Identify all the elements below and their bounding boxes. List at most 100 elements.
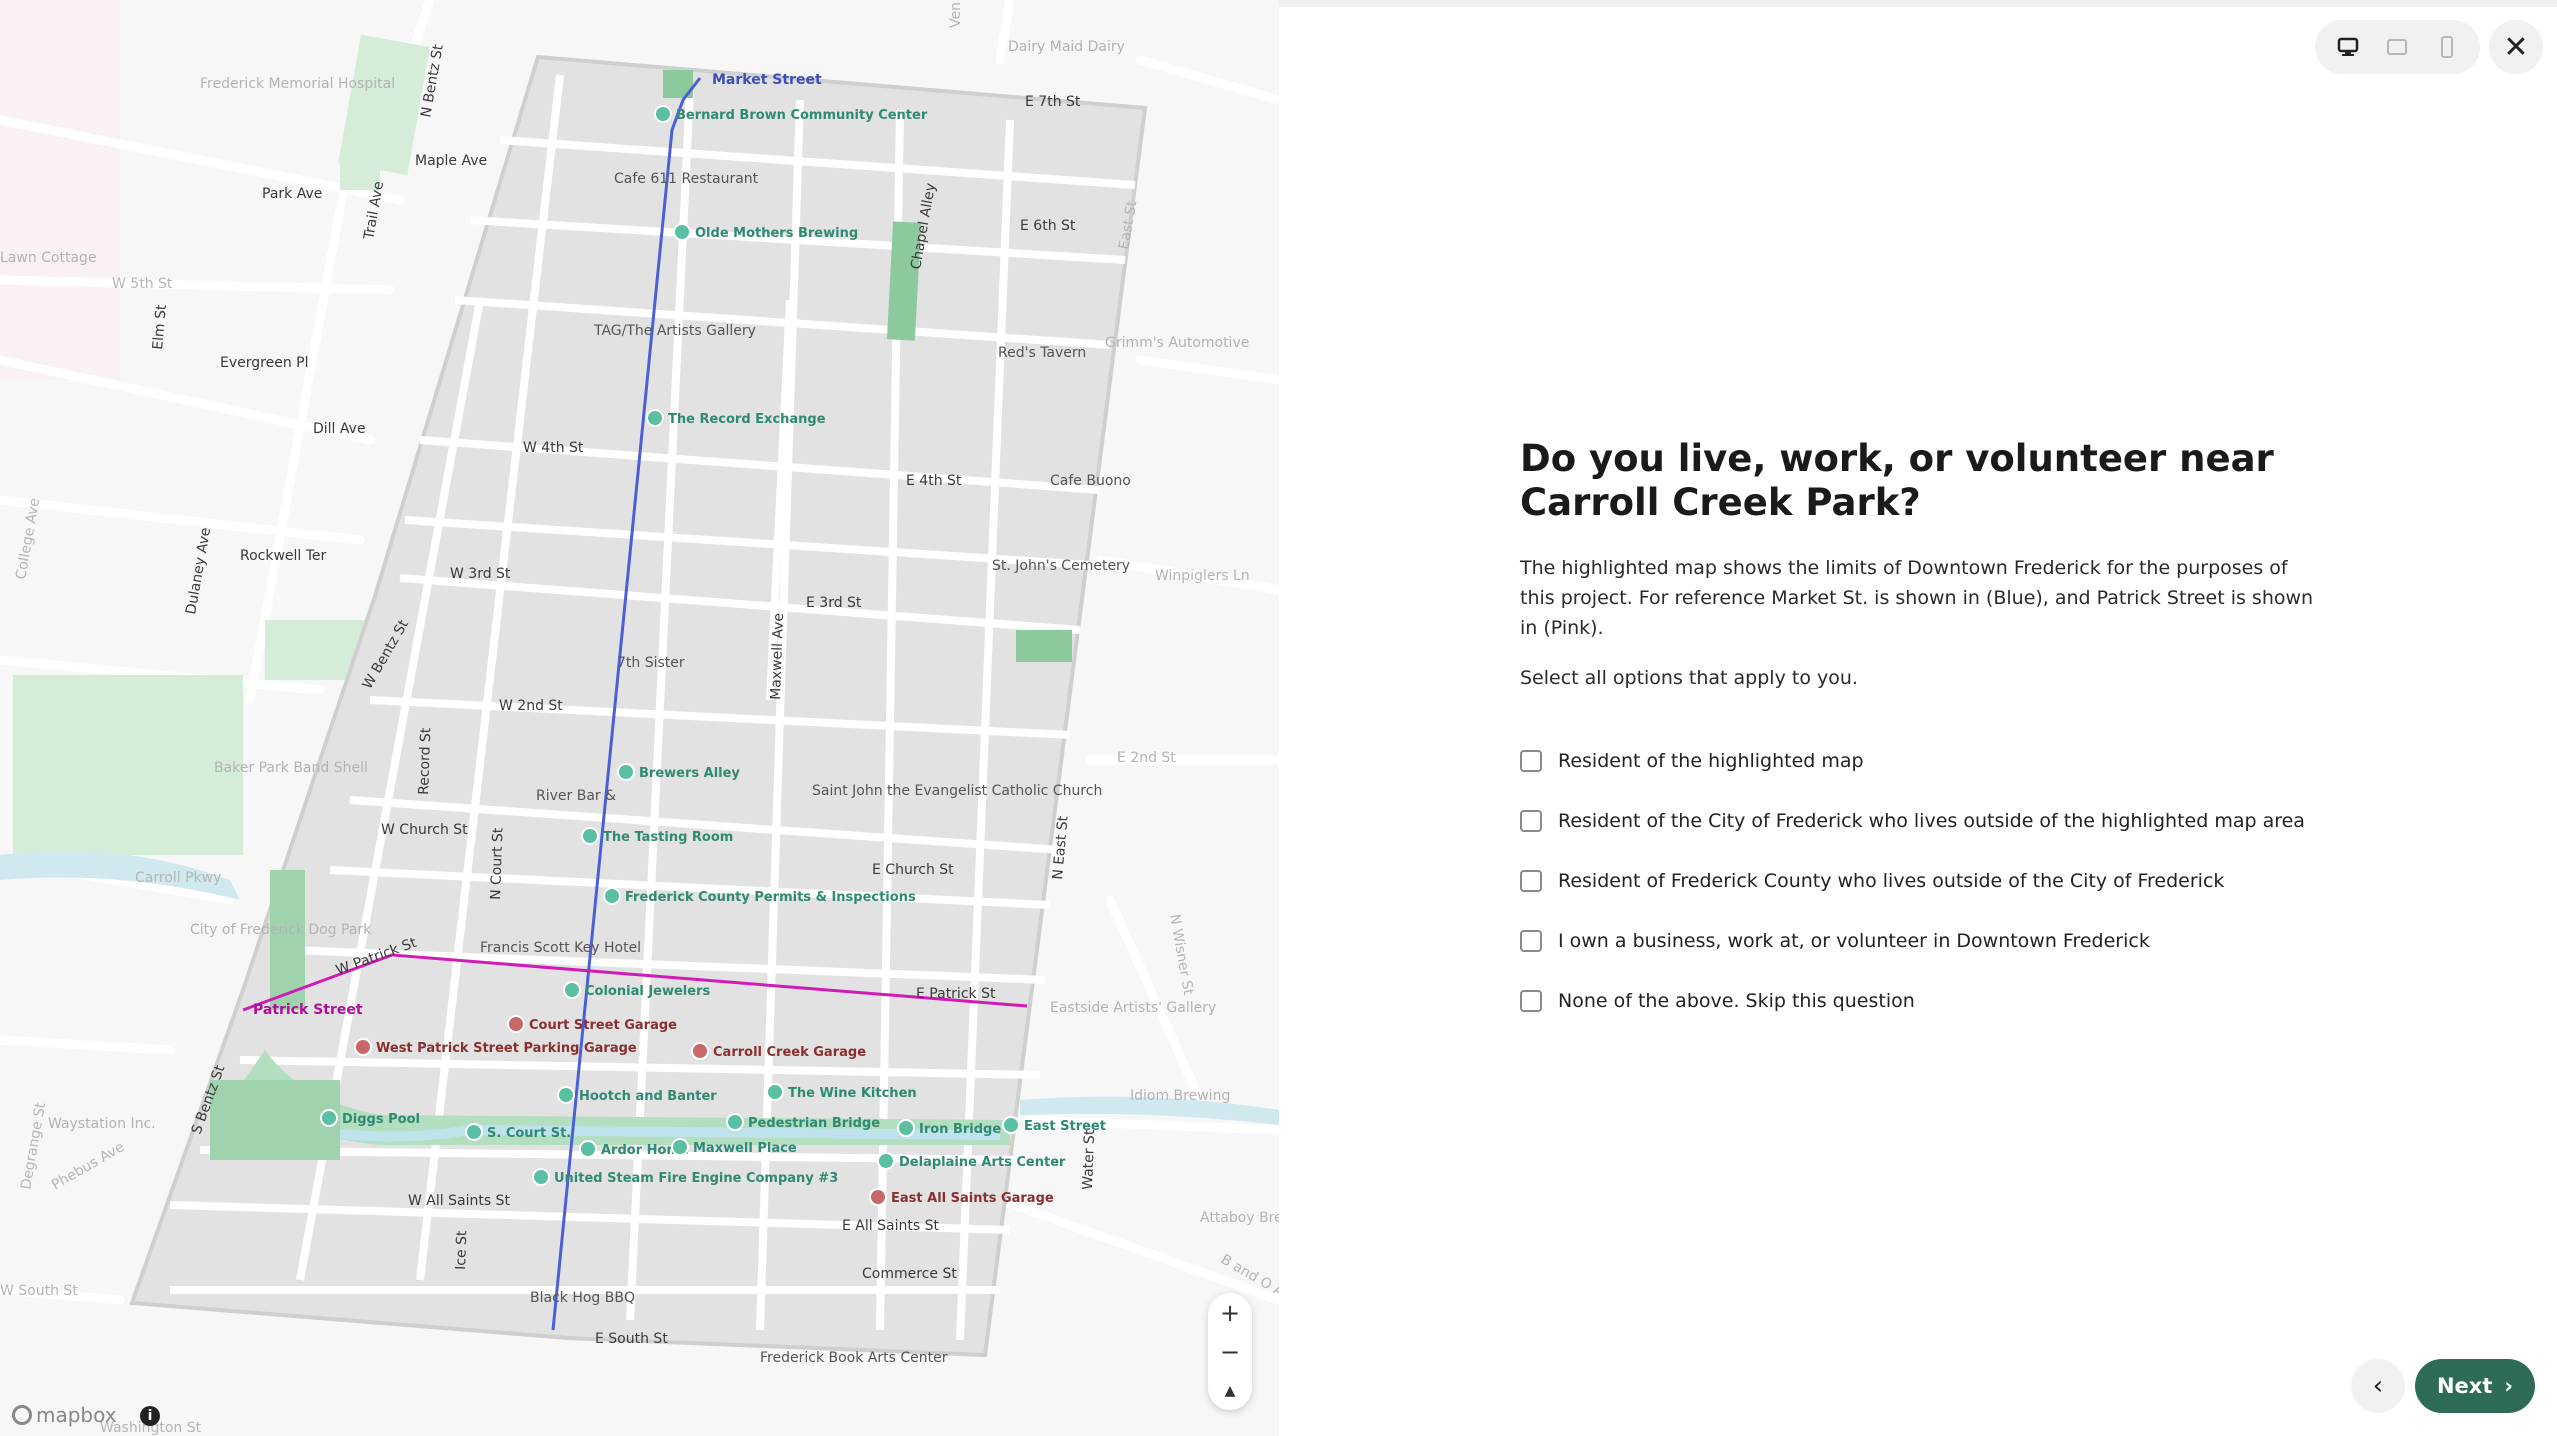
map-pin-s-court-st[interactable]: [465, 1123, 483, 1141]
checkbox[interactable]: [1520, 870, 1542, 892]
map-pin-label: West Patrick Street Parking Garage: [376, 1041, 637, 1056]
street-label: Evergreen Pl: [220, 355, 308, 371]
map-pin-label: The Tasting Room: [603, 830, 733, 845]
map-pin-united-steam-fire-engine-company-3[interactable]: [532, 1168, 550, 1186]
map-pin-label: Iron Bridge: [919, 1122, 1001, 1137]
poi-label: Cafe 611 Restaurant: [614, 171, 759, 187]
street-label: W 5th St: [112, 276, 173, 292]
zoom-in-button[interactable]: +: [1208, 1293, 1252, 1332]
map-pin-pedestrian-bridge[interactable]: [726, 1113, 744, 1131]
street-label: E South St: [595, 1331, 668, 1347]
checkbox[interactable]: [1520, 810, 1542, 832]
poi-label: Red's Tavern: [998, 345, 1086, 361]
street-label: Dill Ave: [313, 421, 366, 437]
street-label: Attaboy Bre: [1200, 1210, 1279, 1226]
street-label: E 6th St: [1020, 218, 1076, 234]
map-canvas[interactable]: Bernard Brown Community Center Olde Mothe…: [0, 0, 1279, 1436]
question-title: Do you live, work, or volunteer near Car…: [1520, 437, 2274, 524]
tablet-view-icon[interactable]: [2377, 27, 2417, 67]
attribution-info-icon[interactable]: i: [140, 1406, 160, 1426]
option-none-skip[interactable]: None of the above. Skip this question: [1520, 971, 2320, 1031]
map-pin-west-patrick-street-parking-garage[interactable]: [354, 1038, 372, 1056]
close-button[interactable]: ✕: [2489, 20, 2543, 74]
back-button[interactable]: ‹: [2351, 1359, 2405, 1413]
market-street-label: Market Street: [712, 72, 822, 88]
option-resident-highlighted-map[interactable]: Resident of the highlighted map: [1520, 731, 2320, 791]
option-resident-city-outside-map[interactable]: Resident of the City of Frederick who li…: [1520, 791, 2320, 851]
poi-label: Frederick Memorial Hospital: [200, 76, 395, 92]
poi-label: Francis Scott Key Hotel: [480, 940, 641, 956]
option-label: Resident of the City of Frederick who li…: [1558, 810, 2305, 832]
map-pin-diggs-pool[interactable]: [320, 1109, 338, 1127]
poi-label: Lawn Cottage: [0, 250, 97, 266]
map-pin-label: Brewers Alley: [639, 766, 740, 781]
map-pin-maxwell-place[interactable]: [671, 1138, 689, 1156]
map-pin-label: Frederick County Permits & Inspections: [625, 890, 916, 905]
street-label: E Patrick St: [916, 986, 996, 1002]
zoom-control: + − ▲: [1208, 1293, 1252, 1410]
poi-label: Dairy Maid Dairy: [1008, 39, 1125, 55]
map-pin-label: East All Saints Garage: [891, 1191, 1054, 1206]
checkbox[interactable]: [1520, 990, 1542, 1012]
desktop-view-icon[interactable]: [2328, 27, 2368, 67]
map-pin-frederick-county-permits-inspections[interactable]: [603, 887, 621, 905]
map-pin-the-record-exchange[interactable]: [646, 409, 664, 427]
poi-label: Eastside Artists' Gallery: [1050, 1000, 1216, 1016]
map-pin-iron-bridge[interactable]: [897, 1119, 915, 1137]
map-pin-olde-mothers-brewing[interactable]: [673, 223, 691, 241]
device-preview-toggle: [2315, 20, 2480, 74]
option-business-downtown[interactable]: I own a business, work at, or volunteer …: [1520, 911, 2320, 971]
poi-label: St. John's Cemetery: [992, 558, 1130, 574]
map-pin-ardor-home[interactable]: [579, 1140, 597, 1158]
mapbox-logo[interactable]: mapbox: [12, 1403, 117, 1427]
map-pin-label: Colonial Jewelers: [585, 984, 710, 999]
mobile-view-icon[interactable]: [2427, 27, 2467, 67]
zoom-out-button[interactable]: −: [1208, 1332, 1252, 1371]
map-pin-label: Diggs Pool: [342, 1112, 420, 1127]
poi-label: Black Hog BBQ: [530, 1290, 635, 1306]
street-label: Water St: [1080, 1129, 1098, 1190]
map[interactable]: Bernard Brown Community Center Olde Mothe…: [0, 0, 1279, 1436]
map-pin-east-all-saints-garage[interactable]: [869, 1188, 887, 1206]
next-button[interactable]: Next ›: [2415, 1359, 2535, 1413]
map-pin-brewers-alley[interactable]: [617, 763, 635, 781]
options-list: Resident of the highlighted map Resident…: [1520, 731, 2320, 1031]
map-pin-label: Carroll Creek Garage: [713, 1045, 866, 1060]
street-label: Winpiglers Ln: [1155, 568, 1250, 584]
street-label: Ven: [948, 2, 964, 28]
street-label: W All Saints St: [408, 1193, 510, 1209]
map-pin-carroll-creek-garage[interactable]: [691, 1042, 709, 1060]
street-label: Rockwell Ter: [240, 548, 327, 564]
poi-label: City of Frederick Dog Park: [190, 922, 372, 938]
street-label: W 3rd St: [450, 566, 511, 582]
map-pin-label: Olde Mothers Brewing: [695, 226, 858, 241]
map-pin-the-tasting-room[interactable]: [581, 827, 599, 845]
map-pin-label: Court Street Garage: [529, 1018, 677, 1033]
map-pin-colonial-jewelers[interactable]: [563, 981, 581, 999]
checkbox[interactable]: [1520, 930, 1542, 952]
street-label: E All Saints St: [842, 1218, 939, 1234]
map-pin-delaplaine-arts-center[interactable]: [877, 1152, 895, 1170]
poi-label: Idiom Brewing: [1130, 1088, 1230, 1104]
mapbox-logo-text: mapbox: [36, 1403, 117, 1427]
street-label: Carroll Pkwy: [135, 870, 221, 886]
street-label: Ice St: [453, 1230, 470, 1270]
poi-label: Saint John the Evangelist Catholic Churc…: [812, 783, 1102, 799]
compass-button[interactable]: ▲: [1208, 1371, 1252, 1410]
street-label: E 2nd St: [1117, 750, 1176, 766]
map-pin-east-street[interactable]: [1002, 1116, 1020, 1134]
street-label: Maxwell Ave: [768, 613, 787, 700]
map-pin-the-wine-kitchen[interactable]: [766, 1083, 784, 1101]
map-pin-court-street-garage[interactable]: [507, 1015, 525, 1033]
map-pin-hootch-and-banter[interactable]: [557, 1086, 575, 1104]
option-resident-county[interactable]: Resident of Frederick County who lives o…: [1520, 851, 2320, 911]
street-label: W 4th St: [523, 440, 584, 456]
poi-label: River Bar &: [536, 788, 616, 804]
street-label: E 7th St: [1025, 94, 1081, 110]
map-pin-label: United Steam Fire Engine Company #3: [554, 1171, 838, 1186]
map-pin-bernard-brown-community-center[interactable]: [654, 105, 672, 123]
poi-label: 7th Sister: [617, 655, 685, 671]
checkbox[interactable]: [1520, 750, 1542, 772]
question-panel: Do you live, work, or volunteer near Car…: [1520, 437, 2320, 1031]
map-pin-label: S. Court St.: [487, 1126, 571, 1141]
